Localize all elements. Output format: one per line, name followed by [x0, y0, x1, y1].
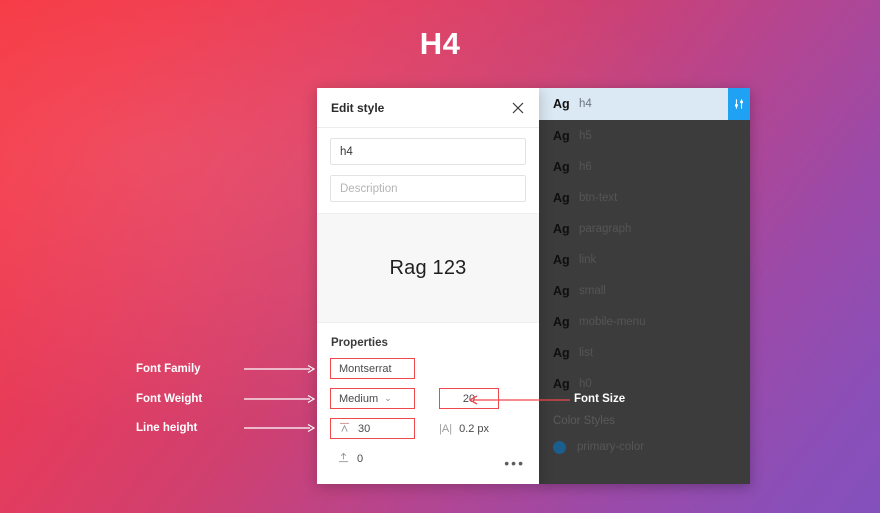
chevron-down-icon: ⌄	[384, 393, 392, 403]
style-list-item-h5[interactable]: Ag h5	[539, 120, 750, 151]
style-name: h5	[579, 129, 592, 142]
style-description-placeholder: Description	[340, 182, 398, 195]
style-list-item-mobile-menu[interactable]: Ag mobile-menu	[539, 306, 750, 337]
page-title: H4	[419, 26, 461, 61]
preview-sample-text: Rag 123	[389, 256, 467, 279]
annotation-font-family: Font Family	[136, 363, 316, 375]
arrow-right-icon	[244, 394, 316, 404]
paragraph-spacing-value: 0	[357, 452, 364, 465]
screenshot-canvas: H4 Ag h4 Ag h5 Ag h6 Ag btn-text Ag para…	[0, 0, 880, 513]
close-icon[interactable]	[511, 101, 525, 115]
style-name-value: h4	[340, 145, 353, 158]
style-list-item-h0[interactable]: Ag h0	[539, 368, 750, 399]
style-list-item-h4[interactable]: Ag h4	[539, 88, 750, 120]
font-family-input[interactable]: Montserrat	[330, 358, 415, 379]
style-list-item-btn-text[interactable]: Ag btn-text	[539, 182, 750, 213]
style-list-item-h6[interactable]: Ag h6	[539, 151, 750, 182]
annotation-line-height: Line height	[136, 422, 316, 434]
panel-title: Edit style	[331, 100, 385, 115]
style-name: mobile-menu	[579, 315, 646, 328]
style-name: btn-text	[579, 191, 618, 204]
style-name: link	[579, 253, 597, 266]
font-family-value: Montserrat	[339, 362, 392, 375]
ag-glyph-icon: Ag	[553, 221, 570, 236]
ag-glyph-icon: Ag	[553, 314, 570, 329]
line-height-value: 30	[358, 422, 371, 435]
ag-glyph-icon: Ag	[553, 376, 570, 391]
ag-glyph-icon: Ag	[553, 252, 570, 267]
color-style-item-primary-color[interactable]: primary-color	[539, 433, 750, 461]
line-height-letter-spacing-row: 30 |A| 0.2 px	[330, 418, 526, 439]
style-name: h6	[579, 160, 592, 173]
properties-grid: Montserrat Medium ⌄ 20 30 |A| 0.2 px 0	[317, 358, 539, 469]
ag-glyph-icon: Ag	[553, 190, 570, 205]
ag-glyph-icon: Ag	[553, 283, 570, 298]
style-list-item-link[interactable]: Ag link	[539, 244, 750, 275]
type-preview: Rag 123	[317, 213, 539, 323]
arrow-right-icon	[244, 423, 316, 433]
letter-spacing-field[interactable]: |A| 0.2 px	[439, 418, 489, 439]
paragraph-spacing-row: 0	[330, 448, 526, 469]
style-name: small	[579, 284, 606, 297]
line-height-input[interactable]: 30	[330, 418, 415, 439]
style-description-input[interactable]: Description	[330, 175, 526, 202]
color-swatch-icon	[553, 440, 566, 454]
annotation-font-size: Font Size	[574, 393, 625, 405]
ag-glyph-icon: Ag	[553, 97, 570, 111]
more-options-button[interactable]: •••	[504, 456, 525, 470]
ag-glyph-icon: Ag	[553, 128, 570, 143]
letter-spacing-icon: |A|	[439, 422, 453, 435]
ag-glyph-icon: Ag	[553, 345, 570, 360]
edit-style-panel: Edit style h4 Description Rag 123 Proper…	[317, 88, 539, 484]
edit-style-header: Edit style	[317, 88, 539, 128]
color-style-name: primary-color	[577, 441, 645, 453]
style-name: list	[579, 346, 594, 359]
style-list-item-small[interactable]: Ag small	[539, 275, 750, 306]
paragraph-spacing-input[interactable]: 0	[330, 448, 363, 469]
arrow-right-icon	[244, 364, 316, 374]
style-list-item-paragraph[interactable]: Ag paragraph	[539, 213, 750, 244]
style-name: h4	[579, 98, 592, 110]
style-name-input[interactable]: h4	[330, 138, 526, 165]
font-family-row: Montserrat	[330, 358, 526, 379]
annotation-label: Font Weight	[136, 393, 203, 405]
style-list-item-list[interactable]: Ag list	[539, 337, 750, 368]
annotation-label: Font Family	[136, 363, 201, 375]
arrow-left-icon	[465, 393, 570, 411]
annotation-label: Font Size	[574, 393, 626, 405]
properties-heading: Properties	[331, 337, 388, 349]
line-height-icon	[339, 422, 352, 435]
annotation-font-weight: Font Weight	[136, 393, 316, 405]
style-name: paragraph	[579, 222, 632, 235]
ag-glyph-icon: Ag	[553, 159, 570, 174]
annotation-label: Line height	[136, 422, 198, 434]
sliders-icon[interactable]	[728, 88, 750, 120]
paragraph-spacing-icon	[338, 452, 351, 465]
style-name: h0	[579, 377, 592, 390]
font-weight-value: Medium	[339, 392, 379, 405]
color-styles-heading: Color Styles	[553, 415, 615, 427]
letter-spacing-value: 0.2 px	[459, 422, 490, 435]
styles-panel: Ag h4 Ag h5 Ag h6 Ag btn-text Ag paragra…	[539, 88, 750, 484]
font-weight-select[interactable]: Medium ⌄	[330, 388, 415, 409]
